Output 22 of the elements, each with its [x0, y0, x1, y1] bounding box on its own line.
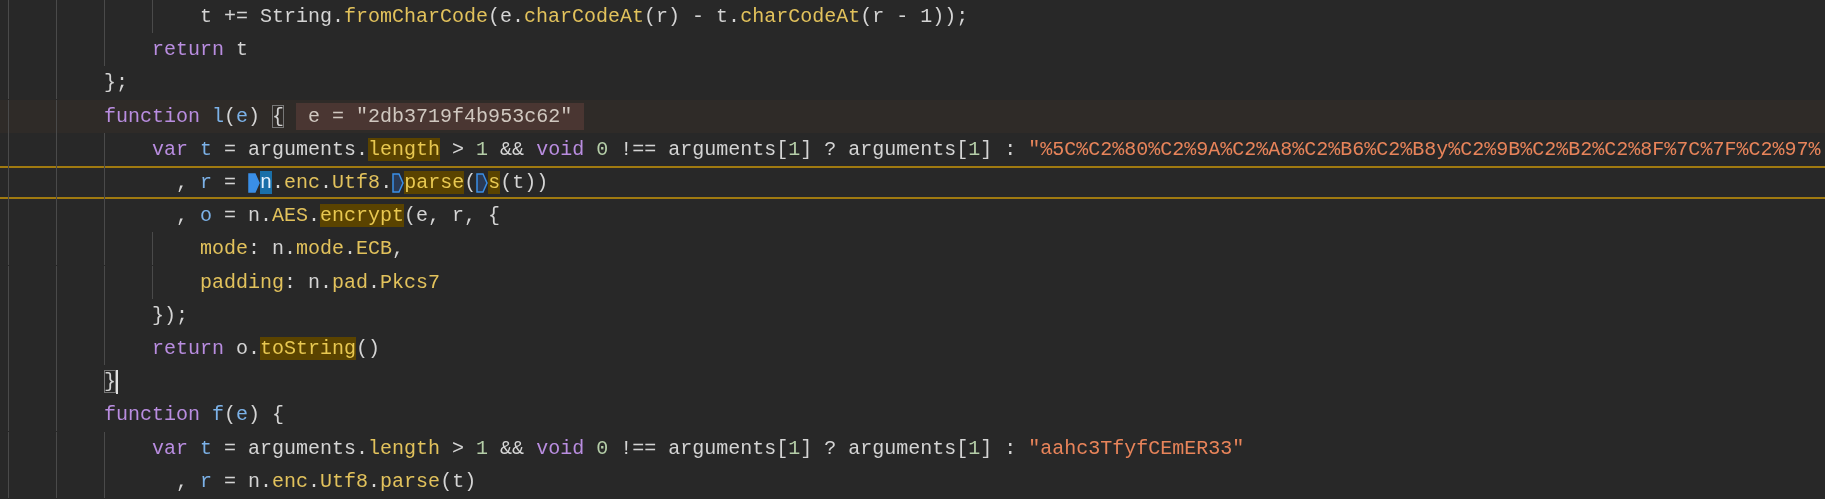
step-marker-icon[interactable]	[248, 171, 261, 194]
step-marker-icon[interactable]	[476, 171, 489, 194]
code-line: var t = arguments.length > 1 && void 0 !== arguments[1] ? arguments[1] : "%5C%C2%80%C2%9A%C2%A8%C2%B6%C2%B8y%C2%9B%C2%B2%C2%8F%7C%7F%C2%97%	[0, 132, 1825, 166]
code-line: , r = n.enc.Utf8.parse(t)	[0, 464, 1825, 498]
code-line: return o.toString()	[0, 331, 1825, 366]
code-text: }	[104, 369, 116, 394]
code-line: function f(e) {	[0, 398, 1825, 432]
step-marker-icon[interactable]	[392, 171, 405, 194]
code-text: s(t))	[488, 170, 549, 195]
code-line: padding: n.pad.Pkcs7	[0, 265, 1825, 299]
inline-value: e = "2db3719f4b953c62"	[296, 102, 585, 130]
code-line: mode: n.mode.ECB,	[0, 232, 1825, 266]
code-line: return t	[0, 33, 1825, 67]
text-caret	[116, 369, 118, 394]
code-line: t += String.fromCharCode(e.charCodeAt(r) - t.charCodeAt(r - 1));	[0, 0, 1825, 34]
code-line: });	[0, 298, 1825, 332]
code-line: , o = n.AES.encrypt(e, r, {	[0, 199, 1825, 233]
code-text: , r =	[176, 170, 238, 195]
code-text: n.enc.Utf8.	[260, 170, 393, 195]
code-line: var t = arguments.length > 1 && void 0 !== arguments[1] ? arguments[1] : "aahc3TfyfCEmER33"	[0, 431, 1825, 465]
code-text: function l(e) {	[104, 104, 285, 129]
code-line: };	[0, 66, 1825, 100]
